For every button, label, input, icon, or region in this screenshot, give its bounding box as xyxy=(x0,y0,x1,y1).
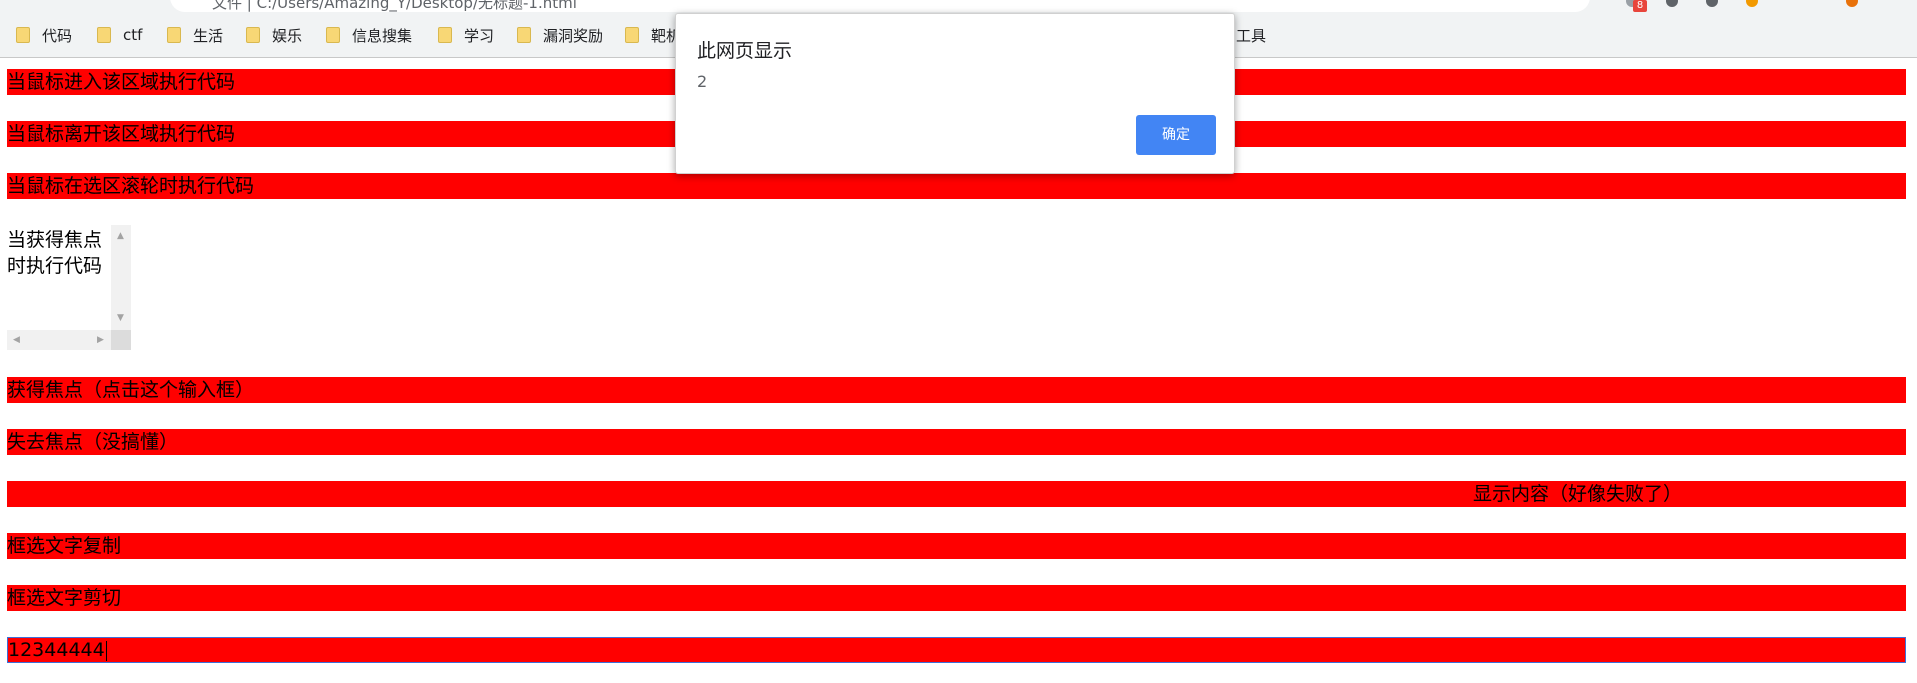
focus-textarea[interactable]: 当获得焦点时执行代码 ▲ ▼ ◀ ▶ xyxy=(7,225,131,350)
bookmark-label: 学习 xyxy=(464,26,495,45)
extension-icon[interactable] xyxy=(1746,0,1758,7)
folder-icon xyxy=(517,27,531,43)
alert-dialog: 此网页显示 2 确定 xyxy=(675,13,1235,174)
scroll-left-icon[interactable]: ◀ xyxy=(13,335,20,345)
bookmark-label: 工具 xyxy=(1236,26,1267,45)
text-cursor xyxy=(105,640,107,661)
resize-corner[interactable] xyxy=(111,330,131,350)
bookmark-folder[interactable]: 娱乐 xyxy=(246,24,302,46)
folder-icon xyxy=(625,27,639,43)
vertical-scrollbar[interactable]: ▲ ▼ xyxy=(111,225,131,330)
folder-icon xyxy=(438,27,452,43)
browser-toolbar: 文件 | C:/Users/Amazing_Y/Desktop/无标题-1.ht… xyxy=(0,0,1917,14)
bookmark-label: 生活 xyxy=(193,26,224,45)
scroll-up-icon[interactable]: ▲ xyxy=(117,231,124,241)
bookmark-folder[interactable]: 信息搜集 xyxy=(326,24,412,46)
bookmark-label: 娱乐 xyxy=(272,26,303,45)
folder-icon xyxy=(246,27,260,43)
bookmark-folder[interactable]: 漏洞奖励 xyxy=(517,24,603,46)
bookmark-label: 漏洞奖励 xyxy=(543,26,604,45)
profile-avatar[interactable] xyxy=(1846,0,1858,7)
bookmark-folder[interactable]: 学习 xyxy=(438,24,494,46)
text-input[interactable]: 12344444 xyxy=(7,637,1906,663)
dialog-title: 此网页显示 xyxy=(697,40,793,62)
extension-badge: 8 xyxy=(1633,0,1647,12)
folder-icon xyxy=(167,27,181,43)
scroll-right-icon[interactable]: ▶ xyxy=(97,335,104,345)
cut-text-area[interactable]: 框选文字剪切 xyxy=(7,585,1906,611)
folder-icon xyxy=(326,27,340,43)
bookmark-label: 信息搜集 xyxy=(352,26,413,45)
extension-icon[interactable] xyxy=(1706,0,1718,7)
dialog-message: 2 xyxy=(697,72,708,91)
mousewheel-area[interactable]: 当鼠标在选区滚轮时执行代码 xyxy=(7,173,1906,199)
bookmark-folder[interactable]: 生活 xyxy=(167,24,223,46)
bookmark-folder[interactable]: 靶机 xyxy=(625,24,681,46)
bookmark-label: 代码 xyxy=(42,26,73,45)
horizontal-scrollbar[interactable]: ◀ ▶ xyxy=(7,330,111,350)
ok-button[interactable]: 确定 xyxy=(1136,115,1216,155)
display-content-area[interactable]: 显示内容（好像失败了） xyxy=(7,481,1906,507)
extension-icon[interactable] xyxy=(1666,0,1678,7)
address-text[interactable]: 文件 | C:/Users/Amazing_Y/Desktop/无标题-1.ht… xyxy=(212,0,577,13)
textarea-text: 当获得焦点时执行代码 xyxy=(7,229,103,277)
blur-input[interactable]: 失去焦点（没搞懂） xyxy=(7,429,1906,455)
bookmark-folder[interactable]: ctf xyxy=(97,24,142,46)
bookmark-label: ctf xyxy=(123,26,143,44)
folder-icon xyxy=(16,27,30,43)
copy-text-area[interactable]: 框选文字复制 xyxy=(7,533,1906,559)
bookmark-folder[interactable]: 代码 xyxy=(16,24,72,46)
input-value: 12344444 xyxy=(8,639,105,661)
folder-icon xyxy=(97,27,111,43)
scroll-down-icon[interactable]: ▼ xyxy=(117,313,124,323)
focus-input[interactable]: 获得焦点（点击这个输入框） xyxy=(7,377,1906,403)
